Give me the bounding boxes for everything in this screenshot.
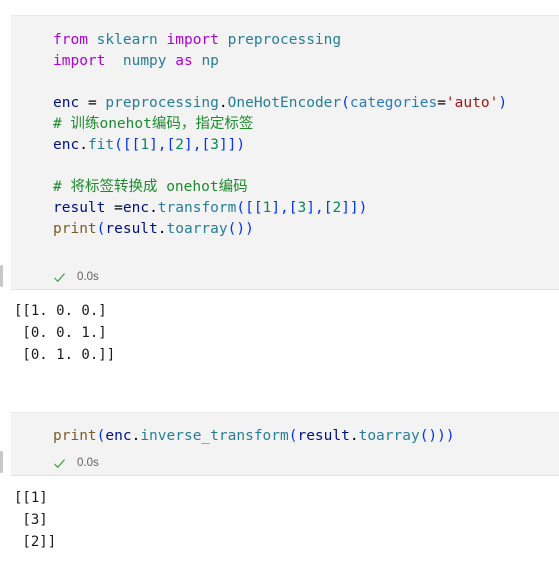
code-line: import numpy as np [53, 53, 219, 69]
cell-2-status-row: 0.0s [53, 454, 99, 472]
cell-1-output: [[1. 0. 0.] [0. 0. 1.] [0. 1. 0.]] [14, 300, 115, 366]
code-line: enc = preprocessing.OneHotEncoder(catego… [53, 95, 508, 111]
code-line: from sklearn import preprocessing [53, 32, 342, 48]
cell-1-elapsed-time: 0.0s [77, 271, 99, 283]
code-line: print(result.toarray()) [53, 221, 254, 237]
output-line: [[1] [14, 490, 48, 506]
check-icon [53, 457, 66, 470]
cell-2-gutter-indicator [0, 451, 3, 473]
cell-2-elapsed-time: 0.0s [77, 457, 99, 469]
output-line: [2]] [14, 534, 57, 550]
cell-2-output: [[1] [3] [2]] [14, 487, 56, 553]
cell-1-code-editor[interactable]: from sklearn import preprocessing import … [11, 16, 559, 246]
cell-1-gutter-indicator [0, 265, 3, 287]
cell-2-code-editor[interactable]: print(enc.inverse_transform(result.toarr… [11, 413, 559, 453]
code-line: enc.fit([[1],[2],[3]]) [53, 137, 246, 153]
output-line: [0. 0. 1.] [14, 325, 107, 341]
cell-1-body[interactable]: from sklearn import preprocessing import … [11, 15, 559, 290]
output-line: [0. 1. 0.]] [14, 347, 116, 363]
output-line: [[1. 0. 0.] [14, 303, 107, 319]
check-icon [53, 271, 66, 284]
cell-2-body[interactable]: print(enc.inverse_transform(result.toarr… [11, 412, 559, 476]
code-line-comment: # 将标签转换成 onehot编码 [53, 179, 248, 195]
code-line: print(enc.inverse_transform(result.toarr… [53, 428, 455, 444]
code-line-comment: # 训练onehot编码，指定标签 [53, 116, 254, 132]
notebook-canvas: from sklearn import preprocessing import … [0, 0, 559, 573]
cell-1-status-row: 0.0s [53, 268, 99, 286]
output-line: [3] [14, 512, 48, 528]
code-line: result =enc.transform([[1],[3],[2]]) [53, 200, 368, 216]
